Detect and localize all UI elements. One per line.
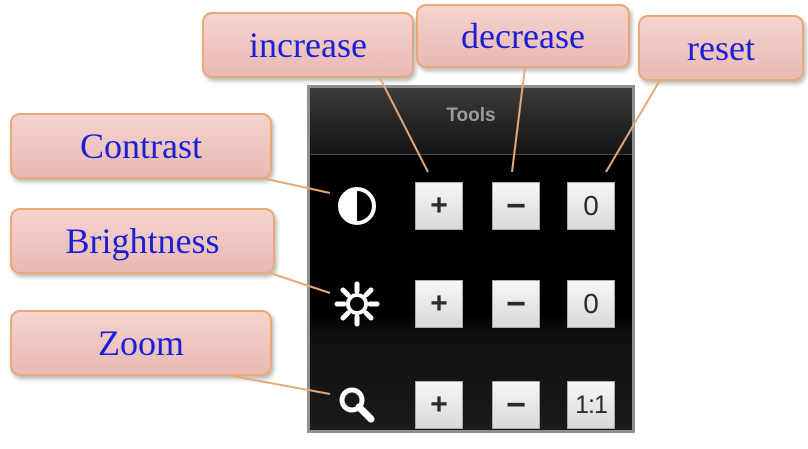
brightness-callout: Brightness (10, 208, 275, 274)
zoom-reset-button[interactable]: 1:1 (567, 381, 615, 429)
contrast-icon (338, 187, 376, 225)
contrast-reset-button[interactable]: 0 (567, 182, 615, 230)
contrast-callout-label: Contrast (80, 126, 202, 166)
contrast-increase-button[interactable]: + (415, 182, 463, 230)
panel-title: Tools (446, 105, 496, 126)
brightness-sun-icon (334, 281, 380, 327)
zoom-row: + − 1:1 (310, 375, 632, 430)
contrast-callout: Contrast (10, 113, 272, 179)
brightness-decrease-button[interactable]: − (492, 280, 540, 328)
magnifier-icon (339, 387, 375, 423)
brightness-increase-button[interactable]: + (415, 280, 463, 328)
decrease-callout: decrease (416, 4, 630, 68)
brightness-callout-label: Brightness (65, 221, 220, 261)
brightness-row: + − 0 (310, 274, 632, 334)
contrast-decrease-button[interactable]: − (492, 182, 540, 230)
reset-callout: reset (638, 15, 804, 81)
tools-panel: Tools + − 0 + − 0 + − 1:1 (307, 85, 635, 433)
zoom-callout-label: Zoom (98, 323, 184, 363)
brightness-reset-button[interactable]: 0 (567, 280, 615, 328)
reset-callout-label: reset (687, 28, 755, 68)
zoom-increase-button[interactable]: + (415, 381, 463, 429)
increase-callout-label: increase (249, 25, 367, 65)
zoom-decrease-button[interactable]: − (492, 381, 540, 429)
zoom-callout: Zoom (10, 310, 272, 376)
tools-panel-header: Tools (310, 88, 632, 155)
tools-panel-body: + − 0 + − 0 + − 1:1 (310, 155, 632, 430)
increase-callout: increase (202, 12, 414, 78)
decrease-callout-label: decrease (461, 16, 585, 56)
contrast-row: + − 0 (310, 176, 632, 236)
